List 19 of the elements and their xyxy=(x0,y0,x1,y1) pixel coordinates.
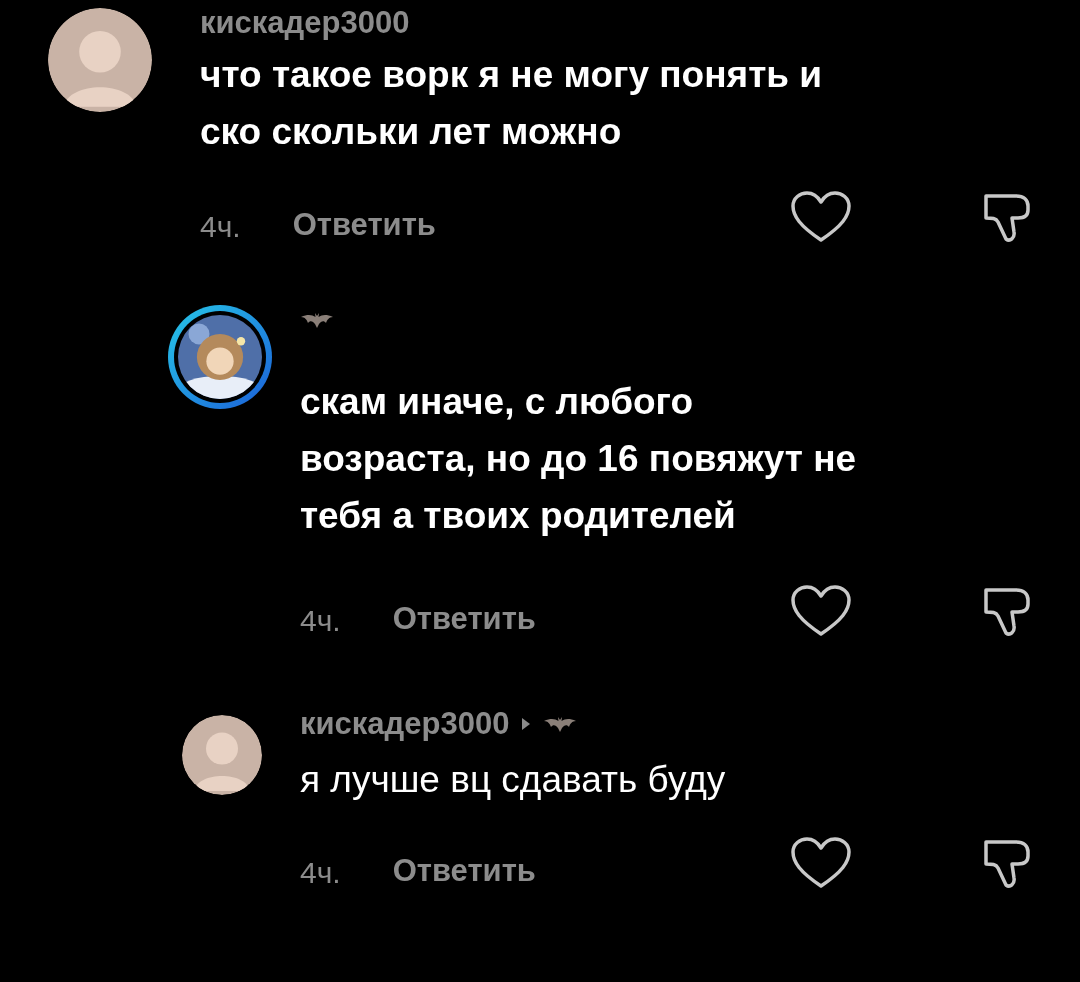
heart-icon[interactable] xyxy=(790,584,852,638)
username[interactable]: кискадер3000 xyxy=(200,6,410,40)
heart-icon[interactable] xyxy=(790,836,852,890)
bat-icon xyxy=(543,715,578,733)
comment-text: я лучше вц сдавать буду xyxy=(300,758,727,802)
avatar[interactable] xyxy=(48,8,152,112)
username[interactable]: кискадер3000 xyxy=(300,707,510,741)
timestamp: 4ч. xyxy=(300,603,341,639)
avatar[interactable] xyxy=(182,715,262,795)
caret-icon xyxy=(521,717,532,731)
bat-icon xyxy=(300,311,334,329)
reply-button[interactable]: Ответить xyxy=(392,848,536,895)
heart-icon[interactable] xyxy=(790,190,852,244)
comment-text: что такое ворк я не могу понять и ско скольки лет можно xyxy=(200,53,824,154)
timestamp: 4ч. xyxy=(200,209,241,245)
comment-text: скам иначе, с любого возраста, но до 16 повяжут не тебя а твоих родителей xyxy=(300,380,858,538)
timestamp: 4ч. xyxy=(300,855,341,891)
reply-button[interactable]: Ответить xyxy=(392,596,536,643)
reply-button[interactable]: Ответить xyxy=(292,202,436,249)
